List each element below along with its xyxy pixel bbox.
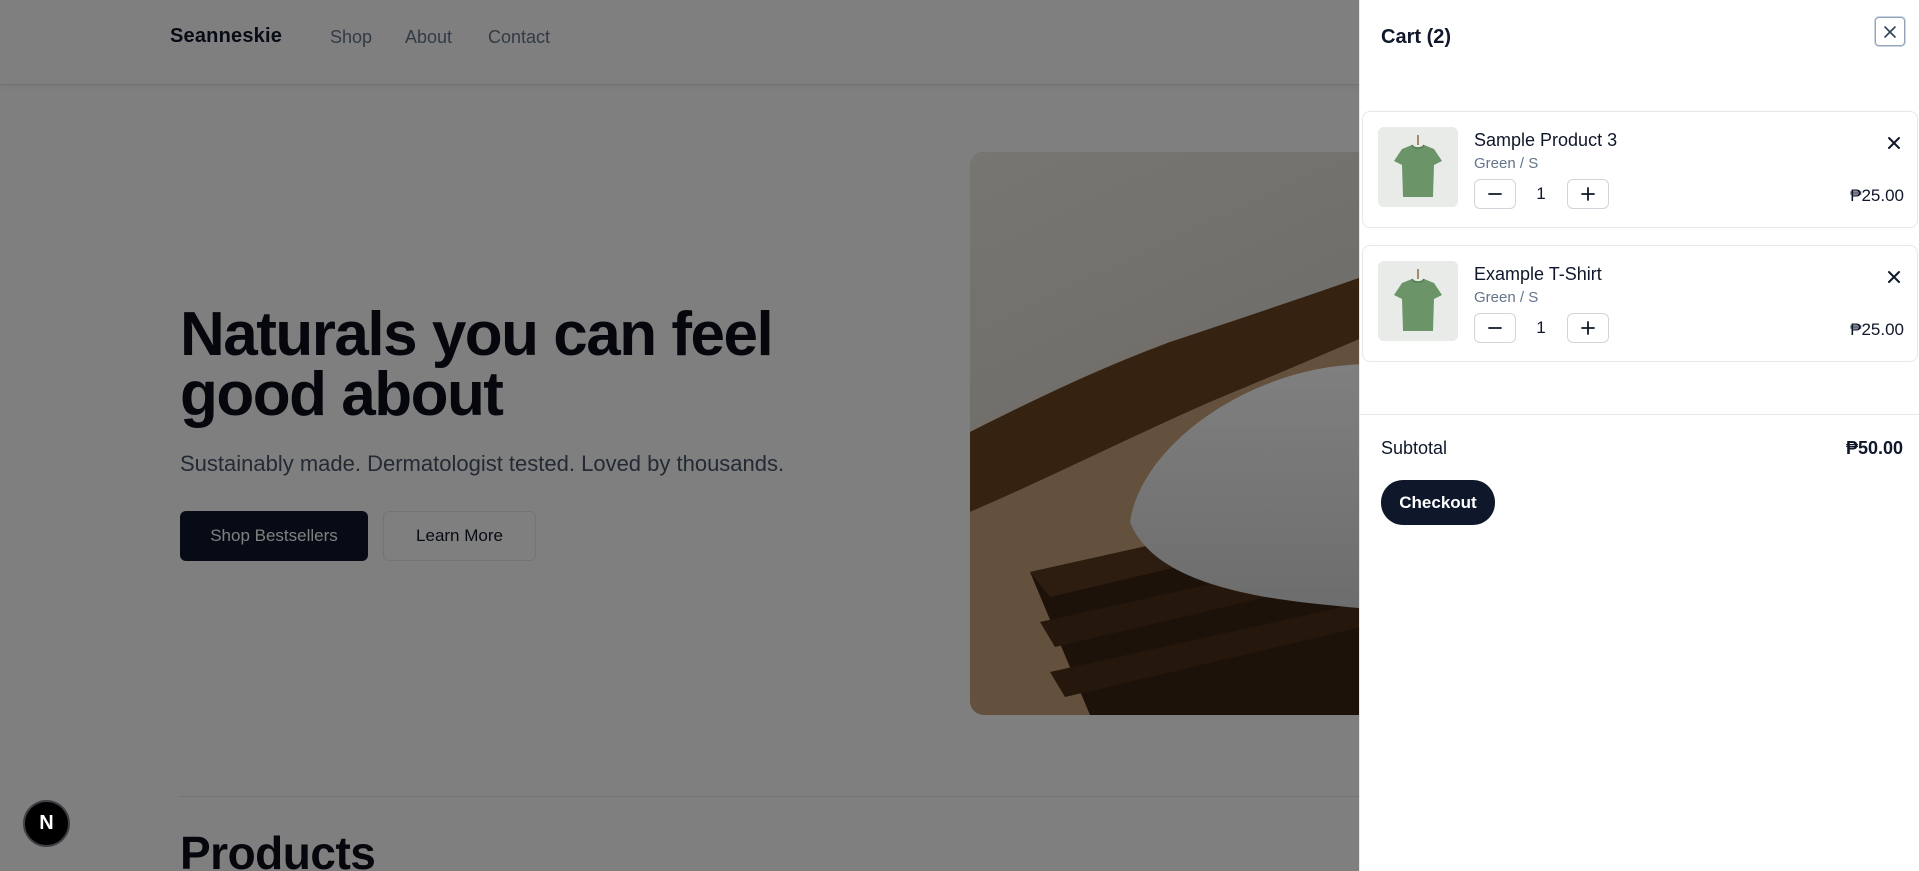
minus-icon — [1488, 193, 1502, 195]
product-thumbnail[interactable] — [1378, 261, 1458, 341]
dev-tools-badge[interactable]: N — [23, 800, 70, 847]
decrease-quantity-button[interactable] — [1474, 313, 1516, 343]
item-variant: Green / S — [1474, 155, 1539, 172]
close-cart-button[interactable] — [1875, 17, 1905, 46]
product-thumbnail[interactable] — [1378, 127, 1458, 207]
item-variant: Green / S — [1474, 289, 1539, 306]
item-name[interactable]: Sample Product 3 — [1474, 130, 1617, 151]
quantity-value: 1 — [1536, 184, 1546, 203]
cart-item: Sample Product 3 Green / S 1 ₱25.00 — [1362, 111, 1918, 228]
plus-icon — [1581, 187, 1595, 201]
plus-icon — [1581, 321, 1595, 335]
cart-summary-divider — [1360, 414, 1919, 415]
subtotal-value: ₱50.00 — [1845, 438, 1903, 458]
cart-item: Example T-Shirt Green / S 1 ₱25.00 — [1362, 245, 1918, 362]
increase-quantity-button[interactable] — [1567, 313, 1609, 343]
remove-item-button[interactable] — [1882, 265, 1906, 289]
subtotal-label: Subtotal — [1381, 438, 1448, 458]
item-name[interactable]: Example T-Shirt — [1474, 264, 1602, 285]
remove-item-icon — [1888, 137, 1900, 149]
quantity-value: 1 — [1536, 318, 1546, 337]
close-icon — [1884, 25, 1896, 38]
cart-title: Cart (2) — [1381, 26, 1452, 48]
item-price: ₱25.00 — [1850, 320, 1904, 339]
checkout-button[interactable]: Checkout — [1381, 480, 1495, 525]
remove-item-icon — [1888, 271, 1900, 283]
decrease-quantity-button[interactable] — [1474, 179, 1516, 209]
remove-item-button[interactable] — [1882, 131, 1906, 155]
item-price: ₱25.00 — [1850, 186, 1904, 205]
cart-drawer: Cart (2) Sample Product 3 Green / S 1 ₱2… — [1359, 0, 1919, 871]
minus-icon — [1488, 327, 1502, 329]
increase-quantity-button[interactable] — [1567, 179, 1609, 209]
